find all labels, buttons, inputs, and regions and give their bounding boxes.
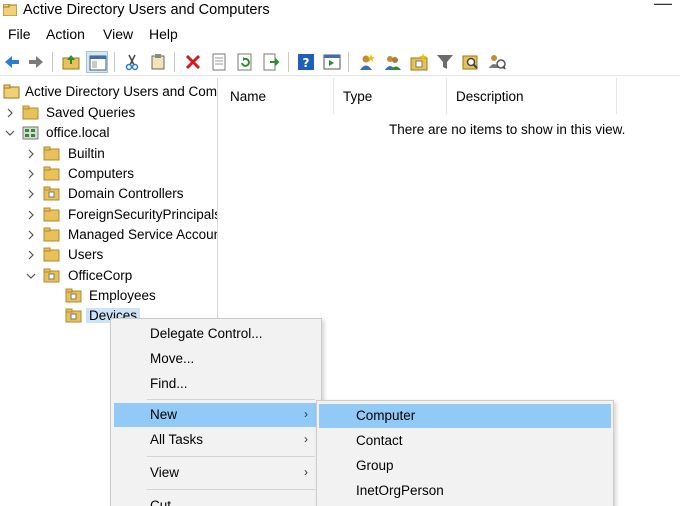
folder-icon — [43, 146, 60, 161]
menu-action[interactable]: Action — [46, 26, 85, 42]
menu-separator — [147, 456, 315, 457]
submenu-arrow-icon: › — [304, 407, 308, 421]
chevron-right-icon[interactable] — [26, 189, 36, 199]
column-header-type[interactable]: Type — [334, 78, 447, 114]
delegate-icon[interactable] — [486, 51, 508, 73]
menu-help[interactable]: Help — [149, 26, 178, 42]
submenu-item-computer[interactable]: Computer — [319, 404, 611, 428]
menu-item-new[interactable]: New › — [114, 403, 318, 427]
filter-icon[interactable] — [434, 51, 456, 73]
chevron-down-icon[interactable] — [26, 271, 36, 281]
tree-item-employees[interactable]: Employees — [0, 286, 217, 306]
empty-list-message: There are no items to show in this view. — [389, 122, 626, 137]
column-header-name[interactable]: Name — [221, 78, 334, 114]
help-icon[interactable]: ? — [295, 51, 317, 73]
menu-item-move[interactable]: Move... — [114, 347, 318, 371]
new-ou-icon[interactable] — [408, 51, 430, 73]
ou-icon — [65, 308, 82, 323]
properties-icon[interactable] — [208, 51, 230, 73]
tree-item-label: Computers — [68, 166, 135, 181]
tree-item-label: Users — [68, 247, 104, 262]
column-header-description[interactable]: Description — [447, 78, 617, 114]
submenu-item-contact[interactable]: Contact — [319, 429, 611, 453]
tree-item-builtin[interactable]: Builtin — [0, 144, 217, 164]
menu-view[interactable]: View — [103, 26, 133, 42]
tree-item-label: ForeignSecurityPrincipals — [68, 207, 218, 222]
chevron-right-icon[interactable] — [26, 210, 36, 220]
tree-item-officecorp[interactable]: OfficeCorp — [0, 266, 217, 286]
chevron-right-icon[interactable] — [26, 250, 36, 260]
tree-item-label: Managed Service Accounts — [68, 227, 218, 242]
menu-item-all-tasks[interactable]: All Tasks › — [114, 428, 318, 452]
tree-item-domain[interactable]: office.local — [0, 123, 217, 143]
menu-item-cut[interactable]: Cut — [114, 494, 318, 506]
new-group-icon[interactable] — [382, 51, 404, 73]
folder-icon — [43, 247, 60, 262]
folder-icon — [43, 227, 60, 242]
ou-icon — [65, 288, 82, 303]
adu-app-icon — [3, 4, 17, 16]
tree-item-label: Saved Queries — [46, 105, 136, 120]
toolbar: ? — [0, 48, 680, 76]
submenu-arrow-icon: › — [304, 465, 308, 479]
submenu-item-inetorgperson[interactable]: InetOrgPerson — [319, 479, 611, 503]
back-arrow-icon[interactable] — [1, 51, 23, 73]
tree-item-saved-queries[interactable]: Saved Queries — [0, 103, 217, 123]
folder-icon — [43, 166, 60, 181]
ou-icon — [43, 186, 60, 201]
chevron-right-icon[interactable] — [5, 108, 15, 118]
tree-item-label: Employees — [89, 288, 156, 303]
adu-root-icon — [3, 84, 20, 99]
window-title: Active Directory Users and Computers — [23, 2, 270, 18]
tree-item-label: Domain Controllers — [68, 186, 184, 201]
submenu-item-group[interactable]: Group — [319, 454, 611, 478]
copy-icon[interactable] — [147, 51, 169, 73]
tree-item-domain-controllers[interactable]: Domain Controllers — [0, 184, 217, 204]
title-bar: Active Directory Users and Computers — — [0, 0, 680, 22]
chevron-right-icon[interactable] — [26, 230, 36, 240]
folder-icon — [22, 105, 39, 120]
menu-bar: File Action View Help — [0, 24, 680, 46]
menu-item-view[interactable]: View › — [114, 461, 318, 485]
refresh-icon[interactable] — [234, 51, 256, 73]
cut-icon[interactable] — [121, 51, 143, 73]
forward-arrow-icon[interactable] — [25, 51, 47, 73]
submenu-arrow-icon: › — [304, 432, 308, 446]
tree-item-computers[interactable]: Computers — [0, 164, 217, 184]
menu-item-delegate-control[interactable]: Delegate Control... — [114, 322, 318, 346]
minimize-button[interactable]: — — [654, 0, 672, 12]
new-submenu: Computer Contact Group InetOrgPerson — [316, 400, 614, 506]
tree-root[interactable]: Active Directory Users and Com — [0, 82, 218, 102]
up-folder-icon[interactable] — [60, 51, 82, 73]
menu-file[interactable]: File — [8, 26, 31, 42]
export-list-icon[interactable] — [260, 51, 282, 73]
tree-item-managed-service-accounts[interactable]: Managed Service Accounts — [0, 225, 218, 245]
tree-root-label: Active Directory Users and Com — [25, 84, 218, 99]
menu-separator — [147, 489, 315, 490]
show-hide-console-tree-icon[interactable] — [86, 51, 108, 73]
domain-icon — [22, 126, 39, 140]
tree-item-label: Builtin — [68, 146, 105, 161]
tree-item-label: OfficeCorp — [68, 268, 133, 283]
find-icon[interactable] — [460, 51, 482, 73]
menu-item-find[interactable]: Find... — [114, 372, 318, 396]
tree-item-users[interactable]: Users — [0, 245, 217, 265]
chevron-right-icon[interactable] — [26, 169, 36, 179]
ou-icon — [43, 268, 60, 283]
chevron-right-icon[interactable] — [26, 149, 36, 159]
context-menu: Delegate Control... Move... Find... New ›… — [110, 318, 322, 506]
menu-separator — [147, 399, 315, 400]
delete-icon[interactable] — [182, 51, 204, 73]
tree-item-foreign-security-principals[interactable]: ForeignSecurityPrincipals — [0, 205, 218, 225]
chevron-down-icon[interactable] — [5, 128, 15, 138]
svg-text:?: ? — [303, 56, 310, 70]
tree-item-label: office.local — [46, 125, 110, 140]
folder-icon — [43, 207, 60, 222]
show-action-pane-icon[interactable] — [321, 51, 343, 73]
new-user-icon[interactable] — [356, 51, 378, 73]
